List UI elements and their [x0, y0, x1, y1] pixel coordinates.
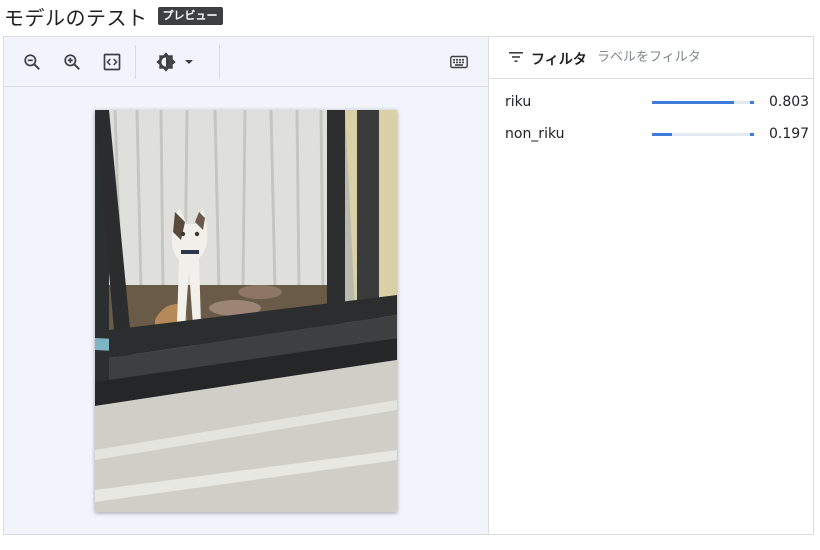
brightness-contrast-icon — [156, 52, 176, 72]
result-label: non_riku — [505, 126, 565, 142]
toolbar-divider — [219, 45, 220, 79]
filter-label: フィルタ — [531, 52, 587, 68]
fit-to-screen-icon — [103, 53, 121, 71]
page-header: モデルのテスト プレビュー — [4, 0, 223, 32]
label-filter-input[interactable] — [597, 45, 797, 69]
confidence-bar-remainder — [672, 133, 750, 136]
confidence-bar-fill — [652, 101, 734, 104]
zoom-in-button[interactable] — [59, 49, 85, 75]
result-row: non_riku 0.197 — [505, 123, 809, 147]
confidence-bar-remainder — [734, 101, 750, 104]
page-title: モデルのテスト — [4, 5, 148, 30]
toolbar-divider — [135, 45, 136, 79]
model-test-panel: フィルタ riku 0.803 non_riku 0.197 — [3, 36, 814, 535]
results-panel: フィルタ riku 0.803 non_riku 0.197 — [489, 37, 813, 534]
result-score: 0.803 — [769, 94, 810, 110]
caret-down-icon — [185, 60, 193, 64]
filter-bar: フィルタ — [489, 37, 813, 79]
confidence-bar-end — [750, 101, 754, 104]
result-row: riku 0.803 — [505, 91, 809, 115]
test-image — [95, 110, 397, 512]
result-label: riku — [505, 94, 532, 110]
confidence-bar-fill — [652, 133, 672, 136]
confidence-bar-end — [750, 133, 754, 136]
confidence-bar — [652, 133, 754, 136]
viewer-toolbar — [4, 37, 488, 87]
zoom-out-icon — [24, 54, 40, 70]
image-viewer — [4, 37, 489, 534]
brightness-dropdown[interactable] — [150, 49, 200, 75]
zoom-in-icon — [64, 54, 80, 70]
zoom-out-button[interactable] — [19, 49, 45, 75]
result-score: 0.197 — [769, 126, 810, 142]
preview-badge: プレビュー — [157, 7, 223, 25]
fit-to-screen-button[interactable] — [99, 49, 125, 75]
filter-icon — [509, 52, 523, 62]
confidence-bar — [652, 101, 754, 104]
cat-photo — [95, 110, 397, 512]
keyboard-icon — [450, 55, 468, 69]
keyboard-shortcuts-button[interactable] — [446, 49, 472, 75]
